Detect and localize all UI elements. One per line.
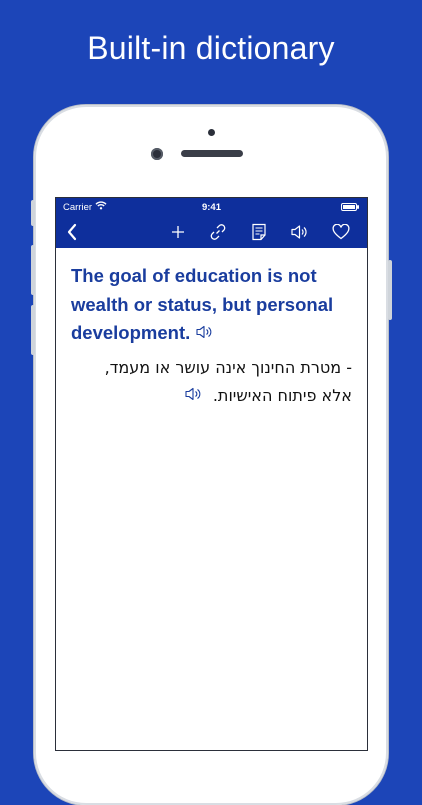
add-icon[interactable]: [168, 222, 188, 242]
front-camera: [151, 148, 163, 160]
hebrew-translation: - מטרת החינוך אינה עושר או מעמד, אלא פית…: [71, 354, 352, 411]
dictionary-entry: The goal of education is not wealth or s…: [56, 248, 367, 411]
link-icon[interactable]: [208, 222, 228, 242]
hebrew-speaker-icon[interactable]: [184, 383, 202, 411]
hebrew-line-1: - מטרת החינוך אינה עושר או מעמד,: [104, 358, 352, 378]
proximity-sensor: [208, 129, 215, 136]
speaker-icon[interactable]: [289, 222, 309, 242]
phone-volume-up: [31, 245, 35, 295]
heart-icon[interactable]: [331, 222, 351, 242]
phone-power-button: [388, 260, 392, 320]
earpiece-speaker: [181, 150, 243, 157]
toolbar: [56, 216, 367, 248]
phone-side-button: [31, 200, 35, 226]
headline: Built-in dictionary: [87, 30, 335, 66]
back-chevron-icon[interactable]: [62, 222, 82, 242]
hebrew-line-2-text: אלא פיתוח האישיות.: [212, 386, 352, 406]
hebrew-line-2: אלא פיתוח האישיות.: [71, 382, 352, 411]
battery-icon: [341, 203, 359, 211]
status-bar: Carrier 9:41: [56, 198, 367, 216]
status-time: 9:41: [201, 202, 221, 213]
notes-icon[interactable]: [249, 222, 269, 242]
english-speaker-icon[interactable]: [195, 320, 213, 349]
phone-screen: Carrier 9:41 The goal of education is no…: [56, 198, 367, 750]
phone-volume-down: [31, 305, 35, 355]
english-phrase: The goal of education is not wealth or s…: [71, 262, 352, 348]
